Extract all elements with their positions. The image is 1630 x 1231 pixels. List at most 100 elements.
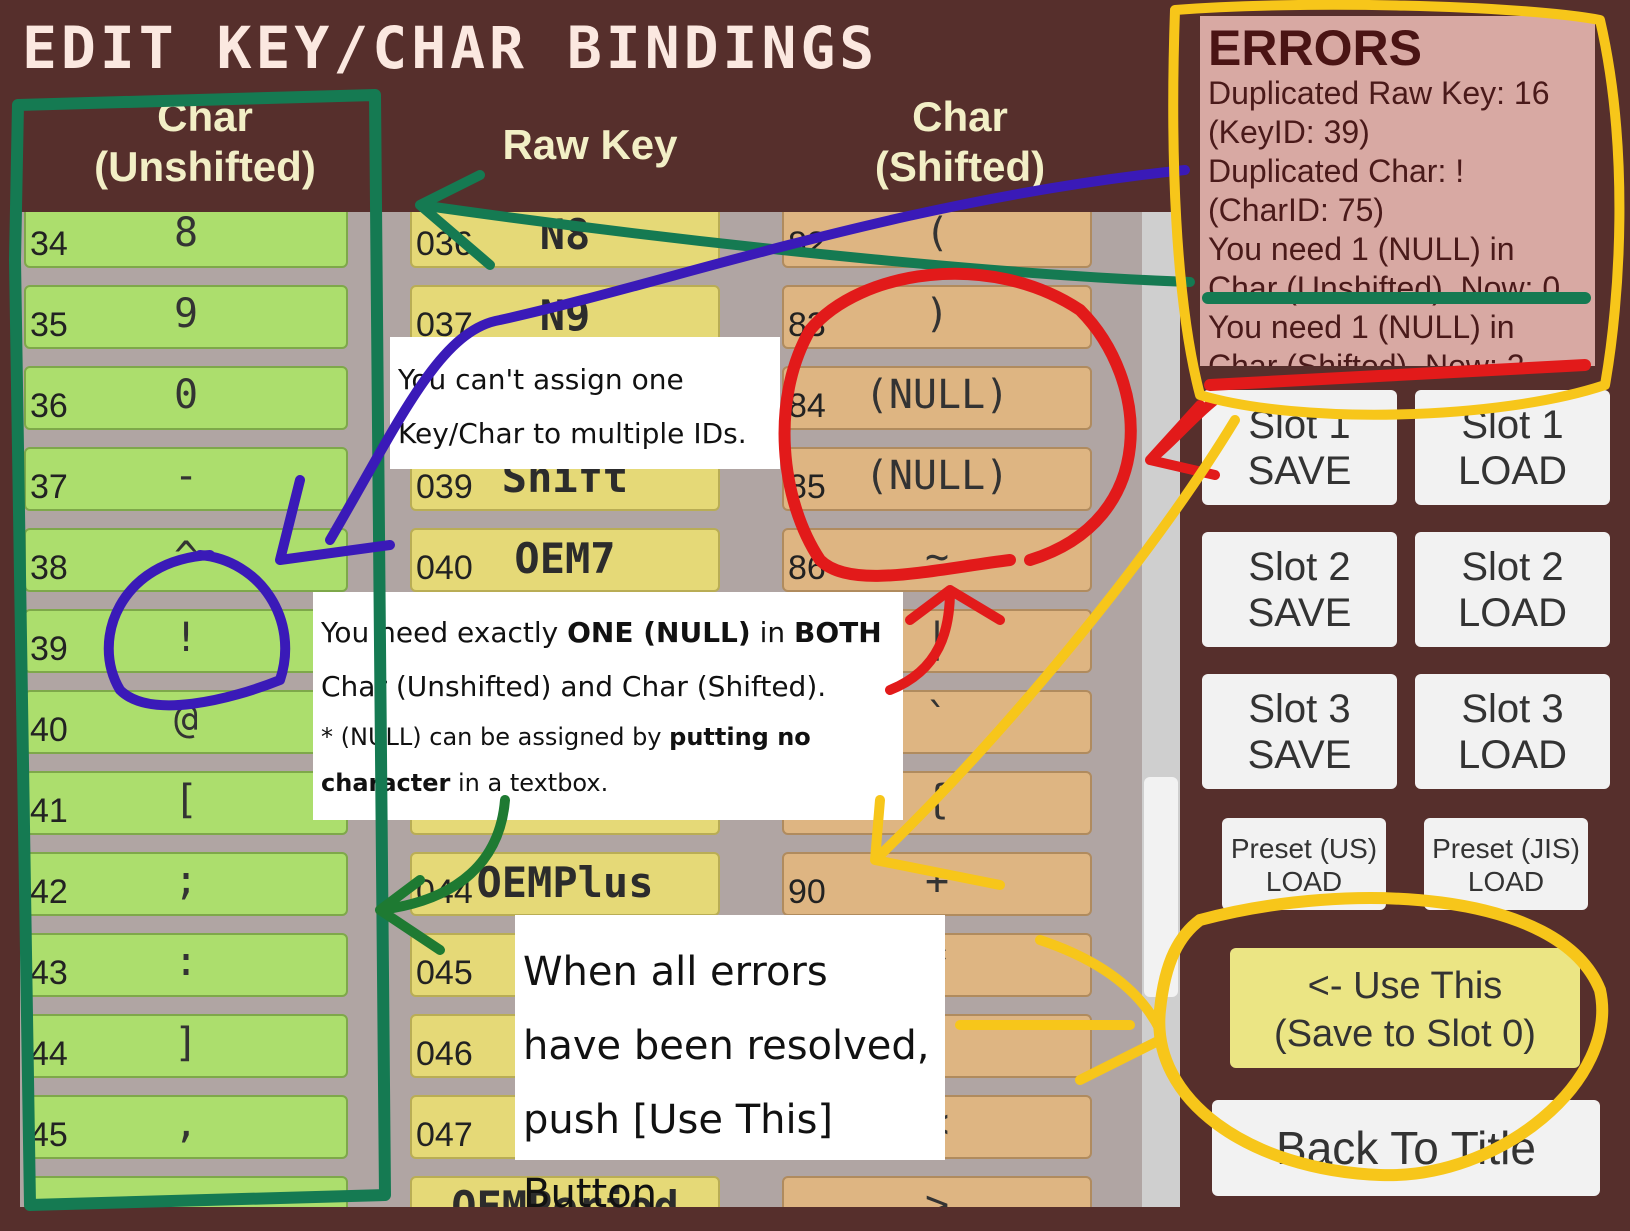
shifted-char-field[interactable]: ) 83 [782, 285, 1092, 349]
slot-1-load-button[interactable]: Slot 1 LOAD [1415, 390, 1610, 505]
scrollbar-track[interactable] [1142, 212, 1180, 1207]
unshifted-char-field[interactable]: ^ 38 [24, 528, 348, 592]
unshifted-char-field-value: 8 [173, 212, 199, 256]
shifted-char-field[interactable]: ~86 [782, 528, 1092, 592]
unshifted-char-field-id: 34 [30, 225, 68, 263]
unshifted-char-field-id: 38 [30, 549, 68, 587]
annotation-note-use-this: When all errors have been resolved, push… [515, 915, 945, 1217]
slot-3-load-button[interactable]: Slot 3 LOAD [1415, 674, 1610, 789]
note-text: in [750, 616, 795, 649]
slot-2-save-button[interactable]: Slot 2 SAVE [1202, 532, 1397, 647]
shifted-char-field-value: (NULL) [864, 372, 1010, 418]
raw-key-field-id: 046 [416, 1035, 473, 1073]
header-unshifted: Char (Unshifted) [94, 93, 316, 190]
shifted-char-field-value: ( [924, 212, 950, 256]
shifted-char-field-id: 83 [788, 306, 826, 344]
unshifted-char-field[interactable]: , 45 [24, 1095, 348, 1159]
slot-1-save-button[interactable]: Slot 1 SAVE [1202, 390, 1397, 505]
raw-key-field[interactable]: N8 036 [410, 212, 720, 268]
shifted-char-field[interactable]: (NULL) 85 [782, 447, 1092, 511]
unshifted-char-field[interactable]: 0 36 [24, 366, 348, 430]
header-shifted: Char (Shifted) [874, 93, 1046, 190]
shifted-char-field-id: 84 [788, 387, 826, 425]
note-text: in a textbox. [450, 769, 609, 797]
unshifted-char-field-value: [ [173, 777, 199, 823]
annotation-note-duplicates: You can't assign one Key/Char to multipl… [390, 337, 780, 469]
unshifted-char-field-id: 36 [30, 387, 68, 425]
unshifted-char-field-id: 37 [30, 468, 68, 506]
error-message: Duplicated Char: ! (CharID: 75) [1208, 153, 1465, 228]
unshifted-char-field[interactable]: ! 39 [24, 609, 348, 673]
shifted-char-field[interactable]: +90 [782, 852, 1092, 916]
shifted-char-field[interactable]: > [782, 1176, 1092, 1207]
shifted-char-field-id: 86 [788, 549, 826, 587]
note-text: ONE (NULL) [567, 616, 751, 649]
slot-3-save-button[interactable]: Slot 3 SAVE [1202, 674, 1397, 789]
unshifted-char-field-value: 0 [173, 372, 199, 418]
unshifted-char-field-value: : [173, 939, 199, 985]
unshifted-char-field-value: ! [173, 615, 199, 661]
unshifted-char-field-id: 39 [30, 630, 68, 668]
unshifted-char-field-value: 9 [173, 291, 199, 337]
unshifted-char-field-id: 42 [30, 873, 68, 911]
errors-title: ERRORS [1208, 20, 1422, 76]
unshifted-char-field-id: 44 [30, 1035, 68, 1073]
shifted-char-field[interactable]: (82 [782, 212, 1092, 268]
shifted-char-field-value: > [924, 1182, 950, 1207]
unshifted-char-field-id: 41 [30, 792, 68, 830]
header-raw-key: Raw Key [502, 121, 678, 168]
unshifted-char-field-value: ^ [173, 534, 199, 580]
unshifted-char-field-value: ; [173, 858, 199, 904]
back-to-title-button[interactable]: Back To Title [1212, 1100, 1600, 1196]
shifted-char-field-id: 90 [788, 873, 826, 911]
shifted-char-field-value: ) [924, 291, 950, 337]
annotation-note-null: You need exactly ONE (NULL) in BOTH Char… [313, 592, 903, 820]
unshifted-char-field-value: ] [173, 1020, 199, 1066]
raw-key-field-id: 036 [416, 225, 473, 263]
unshifted-char-field[interactable]: [41 [24, 771, 348, 835]
unshifted-char-field-value: @ [173, 696, 199, 742]
note-text: You need exactly [321, 616, 568, 649]
shifted-char-field-id: 85 [788, 468, 826, 506]
note-text: BOTH [794, 616, 882, 649]
slot-2-load-button[interactable]: Slot 2 LOAD [1415, 532, 1610, 647]
unshifted-char-field-id: 43 [30, 954, 68, 992]
unshifted-char-field[interactable]: 9 35 [24, 285, 348, 349]
unshifted-char-field-value: , [173, 1101, 199, 1147]
shifted-char-field-value: + [924, 858, 950, 904]
unshifted-char-field[interactable]: ] 44 [24, 1014, 348, 1078]
unshifted-char-field-id: 35 [30, 306, 68, 344]
raw-key-field-id: 047 [416, 1116, 473, 1154]
unshifted-char-field[interactable]: @40 [24, 690, 348, 754]
shifted-char-field-id: 82 [788, 225, 826, 263]
note-text: * (NULL) can be assigned by [321, 723, 670, 751]
note-text: Char (Unshifted) and Char (Shifted). [321, 670, 827, 703]
raw-key-field-id: 039 [416, 468, 473, 506]
use-this-button[interactable]: <- Use This (Save to Slot 0) [1230, 948, 1580, 1068]
error-message: You need 1 (NULL) in Char (Unshifted). N… [1208, 231, 1561, 306]
raw-key-field-id: 040 [416, 549, 473, 587]
shifted-char-field-value: (NULL) [864, 453, 1010, 499]
raw-key-field-id: 044 [416, 873, 473, 911]
page-title: EDIT KEY/CHAR BINDINGS [22, 14, 879, 82]
unshifted-char-field[interactable]: ; 42 [24, 852, 348, 916]
preset-us-load-button[interactable]: Preset (US) LOAD [1222, 818, 1386, 910]
unshifted-char-field-id: 40 [30, 711, 68, 749]
red-underline [1204, 359, 1591, 391]
unshifted-char-field-id: 45 [30, 1116, 68, 1154]
shifted-char-field-value: ~ [924, 534, 950, 580]
unshifted-char-field[interactable] [24, 1176, 348, 1207]
raw-key-field[interactable]: OEMPlus 044 [410, 852, 720, 916]
error-message: You need 1 (NULL) in Char (Shifted). Now… [1208, 309, 1525, 366]
unshifted-char-field[interactable]: - 37 [24, 447, 348, 511]
unshifted-char-field[interactable]: : 43 [24, 933, 348, 997]
unshifted-char-field[interactable]: 8 34 [24, 212, 348, 268]
raw-key-field-id: 045 [416, 954, 473, 992]
preset-jis-load-button[interactable]: Preset (JIS) LOAD [1424, 818, 1588, 910]
raw-key-field[interactable]: OEM7 040 [410, 528, 720, 592]
shifted-char-field[interactable]: (NULL) 84 [782, 366, 1092, 430]
error-message: Duplicated Raw Key: 16 (KeyID: 39) [1208, 75, 1550, 150]
unshifted-char-field-value: - [173, 453, 199, 499]
errors-panel: ERRORS Duplicated Raw Key: 16 (KeyID: 39… [1200, 16, 1595, 366]
scrollbar-thumb[interactable] [1144, 777, 1178, 997]
